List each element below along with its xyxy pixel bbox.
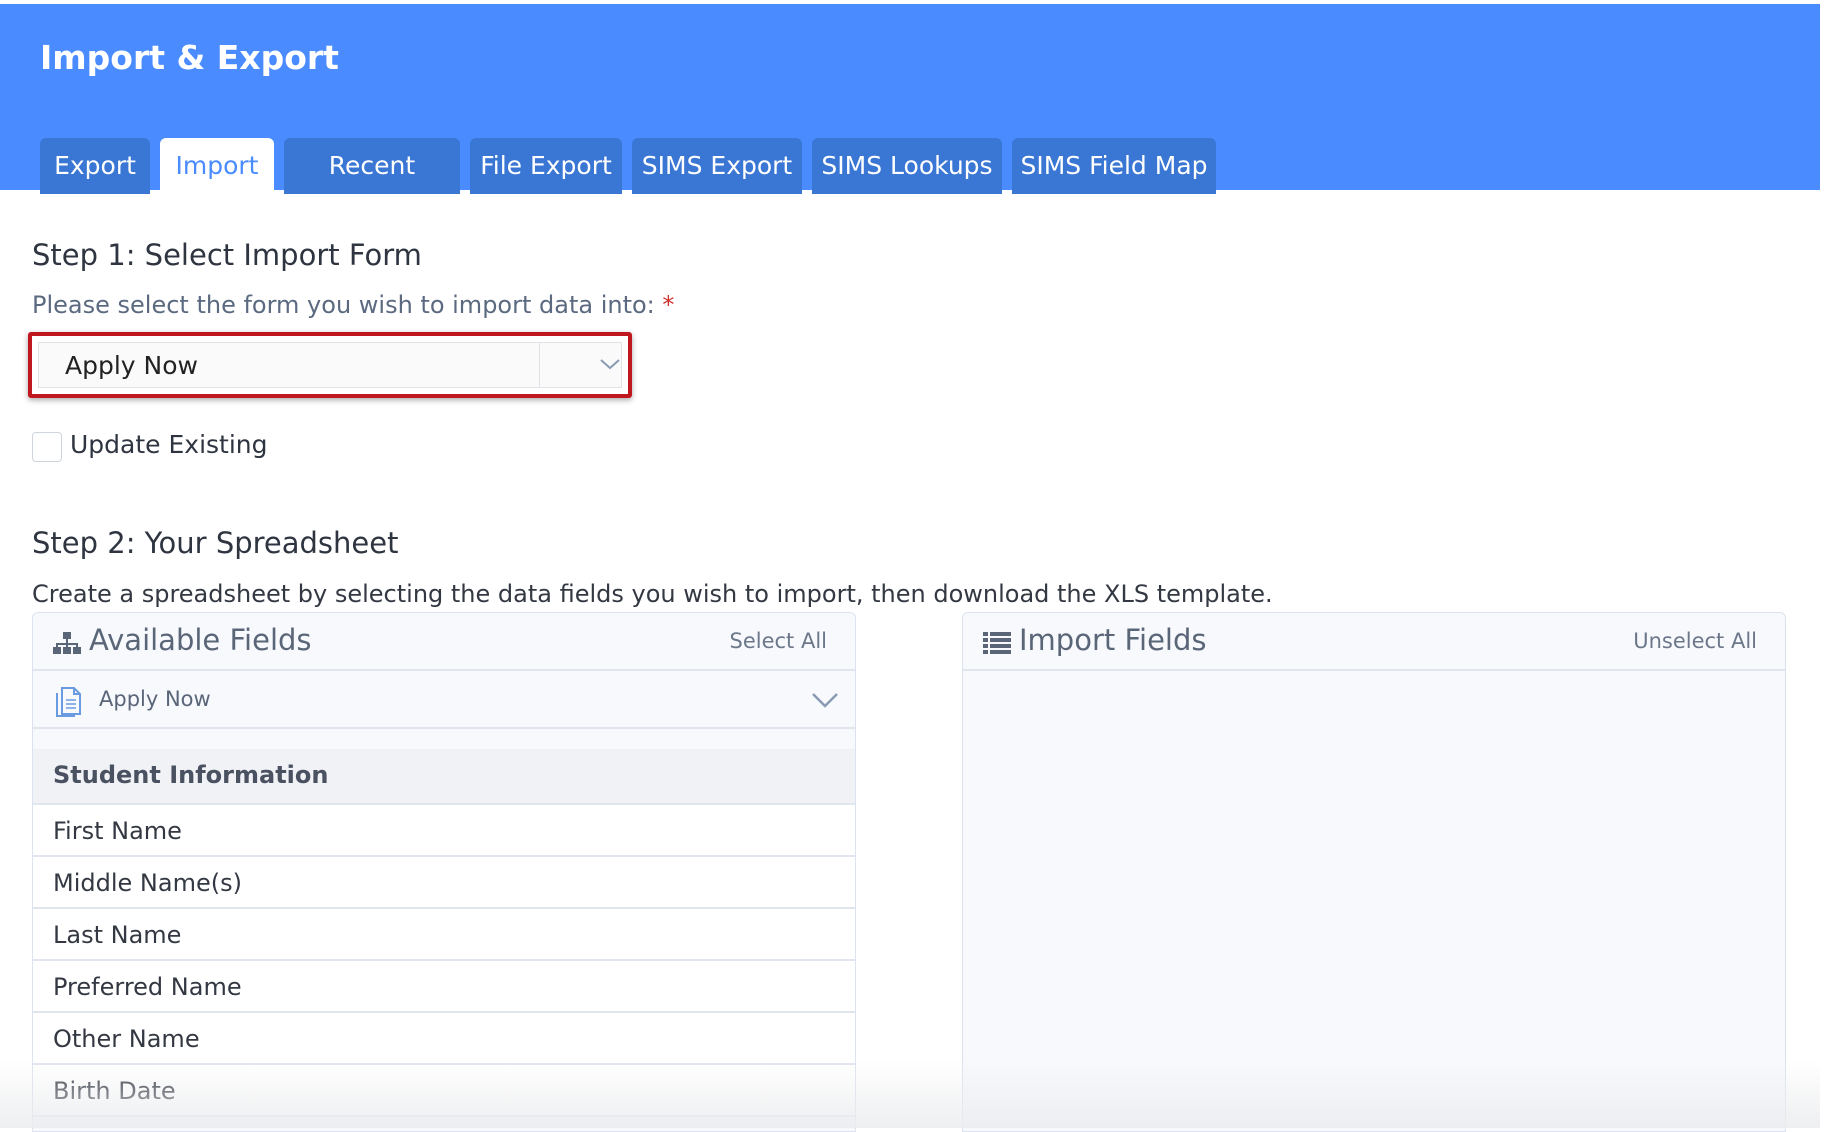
select-all-button[interactable]: Select All <box>730 629 828 653</box>
available-fields-panel: Available Fields Select All Apply Now St… <box>32 612 856 1132</box>
page-title: Import & Export <box>40 38 339 77</box>
select-divider <box>539 343 540 387</box>
tab-sims-field-map[interactable]: SIMS Field Map <box>1012 138 1216 194</box>
step2-heading: Step 2: Your Spreadsheet <box>32 526 399 560</box>
tab-recent-imports[interactable]: Recent Imports <box>284 138 460 236</box>
field-list: First Name Middle Name(s) Last Name Pref… <box>33 805 855 1117</box>
form-select-highlight: Apply Now <box>28 332 632 398</box>
import-fields-dropzone[interactable] <box>963 671 1785 1131</box>
import-form-select[interactable]: Apply Now <box>38 342 622 388</box>
form-select-label: Please select the form you wish to impor… <box>32 291 674 319</box>
update-existing-checkbox[interactable] <box>32 432 62 462</box>
page-header: Import & Export Export Import Recent Imp… <box>0 4 1820 236</box>
field-middle-names[interactable]: Middle Name(s) <box>33 857 855 909</box>
import-fields-panel: Import Fields Unselect All <box>962 612 1786 1132</box>
import-fields-title: Import Fields <box>1019 623 1207 657</box>
tab-sims-export[interactable]: SIMS Export <box>632 138 802 194</box>
document-icon <box>53 685 85 722</box>
sitemap-icon <box>53 631 81 660</box>
field-birth-date[interactable]: Birth Date <box>33 1065 855 1117</box>
list-icon <box>983 631 1011 660</box>
update-existing-label: Update Existing <box>70 430 268 459</box>
field-first-name[interactable]: First Name <box>33 805 855 857</box>
field-label: Preferred Name <box>53 973 242 1001</box>
required-marker: * <box>662 291 675 319</box>
form-select-label-text: Please select the form you wish to impor… <box>32 291 655 319</box>
chevron-down-icon[interactable] <box>599 357 621 376</box>
available-fields-form-selector[interactable]: Apply Now <box>33 671 855 729</box>
field-last-name[interactable]: Last Name <box>33 909 855 961</box>
form-selector-value: Apply Now <box>99 687 211 711</box>
import-form-select-value: Apply Now <box>65 351 198 380</box>
tab-sims-lookups[interactable]: SIMS Lookups <box>812 138 1002 194</box>
tab-file-export[interactable]: File Export <box>470 138 622 194</box>
field-label: Last Name <box>53 921 182 949</box>
step2-description: Create a spreadsheet by selecting the da… <box>32 580 1273 608</box>
tab-import[interactable]: Import <box>160 138 274 194</box>
field-other-name[interactable]: Other Name <box>33 1013 855 1065</box>
window-edge <box>1820 0 1826 1128</box>
field-label: First Name <box>53 817 182 845</box>
available-fields-header: Available Fields Select All <box>33 613 855 671</box>
field-preferred-name[interactable]: Preferred Name <box>33 961 855 1013</box>
unselect-all-button[interactable]: Unselect All <box>1633 629 1757 653</box>
field-label: Birth Date <box>53 1077 176 1105</box>
tab-export[interactable]: Export <box>40 138 150 194</box>
section-title: Student Information <box>53 761 329 789</box>
section-student-information: Student Information <box>33 749 855 805</box>
chevron-down-icon[interactable] <box>811 691 839 714</box>
field-label: Middle Name(s) <box>53 869 242 897</box>
available-fields-title: Available Fields <box>89 623 312 657</box>
import-fields-header: Import Fields Unselect All <box>963 613 1785 671</box>
field-label: Other Name <box>53 1025 200 1053</box>
step1-heading: Step 1: Select Import Form <box>32 238 422 272</box>
